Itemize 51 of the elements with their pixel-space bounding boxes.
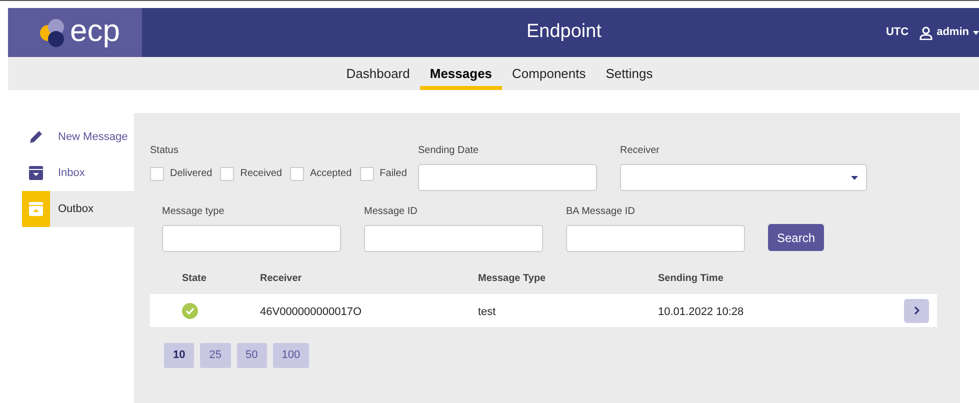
check-circle-icon <box>182 302 198 318</box>
field-label: Receiver <box>620 144 660 158</box>
nav-tab[interactable]: Messages <box>420 57 502 90</box>
table-cell: 10.01.2022 10:28 <box>658 306 744 318</box>
page-size-button[interactable]: 25 <box>200 343 230 368</box>
table-cell: test <box>478 306 496 318</box>
page-size-button[interactable]: 50 <box>236 343 267 368</box>
checkbox-label: Failed <box>380 167 407 181</box>
field-label: Sending Date <box>418 144 480 158</box>
user-icon <box>918 26 933 40</box>
checkbox[interactable] <box>290 166 304 180</box>
input-field[interactable] <box>162 225 341 252</box>
sidebar-item[interactable]: Inbox <box>22 155 134 191</box>
nav-tab[interactable]: Dashboard <box>336 57 420 90</box>
inbox-icon <box>29 166 43 180</box>
page-size-button[interactable]: 10 <box>164 343 194 368</box>
checkbox-label: Delivered <box>170 167 212 181</box>
checkbox[interactable] <box>360 166 374 180</box>
checkbox[interactable] <box>150 166 164 180</box>
column-header: Sending Time <box>658 272 724 284</box>
chevron-right-icon <box>914 306 920 315</box>
column-header: Message Type <box>478 272 546 284</box>
dropdown-field[interactable] <box>620 164 867 191</box>
column-header: State <box>182 272 206 284</box>
nav-tab[interactable]: Settings <box>596 57 663 90</box>
timezone-label: UTC <box>886 25 909 40</box>
checkbox-label: Received <box>240 167 282 181</box>
caret-icon <box>973 30 979 34</box>
row-open-button[interactable] <box>904 298 929 322</box>
table-cell: 46V000000000017O <box>260 306 362 318</box>
field-label: BA Message ID <box>566 205 636 219</box>
caret-icon <box>851 176 858 180</box>
user-menu[interactable]: admin <box>914 24 979 41</box>
input-field[interactable] <box>364 225 543 252</box>
field-label: Message type <box>162 205 226 219</box>
field-label: Status <box>150 144 180 158</box>
outbox-icon <box>29 202 43 216</box>
sidebar-item[interactable]: Outbox <box>22 191 134 227</box>
checkbox-label: Accepted <box>310 167 352 181</box>
input-field[interactable] <box>566 225 745 252</box>
nav-tab[interactable]: Components <box>502 57 596 90</box>
logo-text: ecp <box>70 15 120 46</box>
page-size-button[interactable]: 100 <box>272 343 310 368</box>
field-label: Message ID <box>364 205 418 219</box>
checkbox[interactable] <box>220 166 234 180</box>
pencil-icon <box>28 129 44 145</box>
sidebar-item[interactable]: New Message <box>22 119 134 155</box>
search-button[interactable]: Search <box>768 224 824 251</box>
input-field[interactable] <box>418 164 597 191</box>
column-header: Receiver <box>260 272 302 284</box>
app-title: Endpoint <box>526 20 602 44</box>
